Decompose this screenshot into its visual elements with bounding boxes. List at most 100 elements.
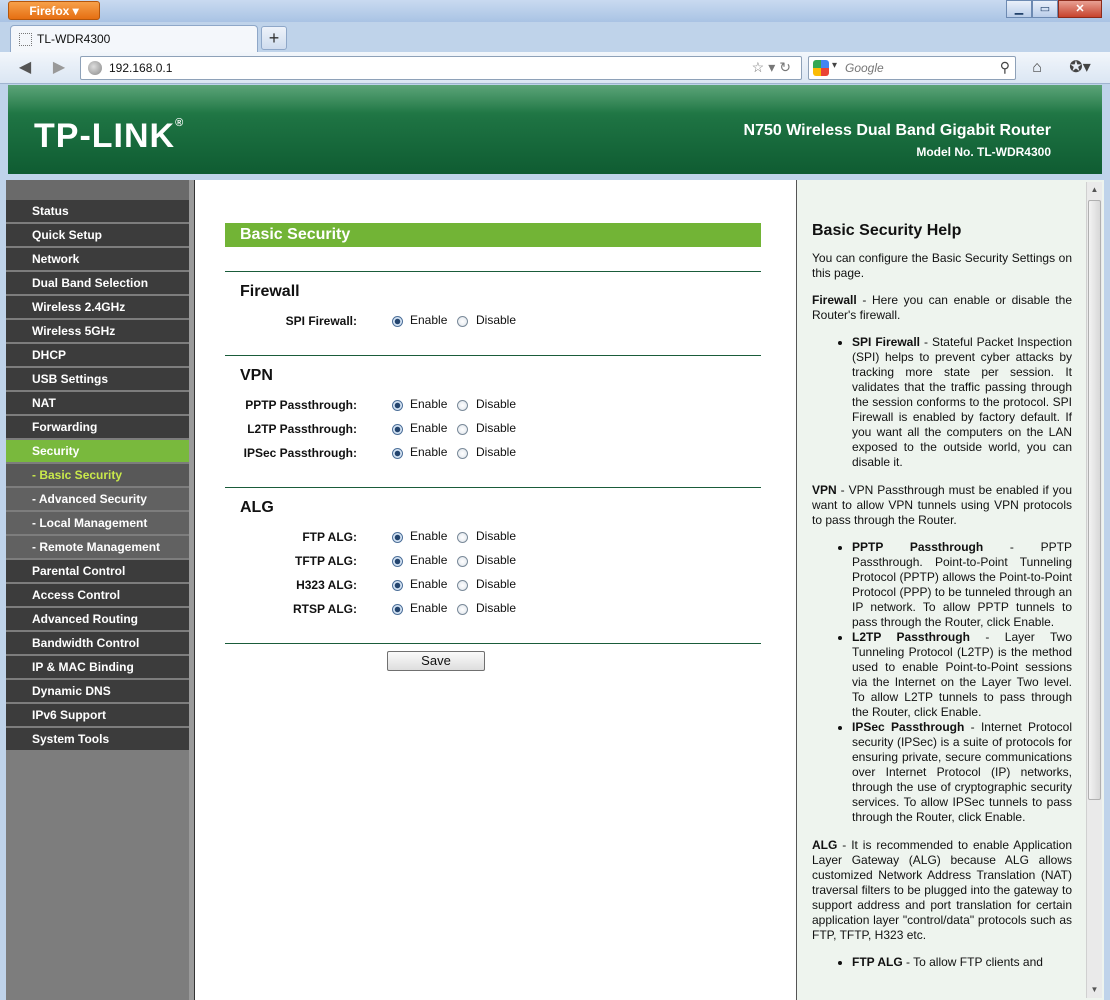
rtsp-alg-disable-radio[interactable]	[457, 604, 468, 615]
history-dropdown-icon[interactable]: ▾	[768, 59, 779, 75]
tftp-alg-disable-radio[interactable]	[457, 556, 468, 567]
ftp-alg-label: FTP ALG:	[302, 530, 357, 544]
tab-strip: TL-WDR4300 +	[0, 22, 1110, 52]
help-alg-list: FTP ALG - To allow FTP clients and	[812, 955, 1072, 970]
minimize-icon[interactable]: ▁	[1006, 0, 1032, 18]
pptp-passthrough-row: PPTP Passthrough: Enable Disable	[195, 395, 795, 415]
router-header-banner: TP-LINK® N750 Wireless Dual Band Gigabit…	[8, 85, 1102, 174]
back-arrow-icon[interactable]: ◀	[14, 57, 36, 79]
bookmarks-menu-icon[interactable]: ✪▾	[1064, 57, 1096, 79]
help-firewall: Firewall - Here you can enable or disabl…	[812, 293, 1072, 322]
help-scrollbar[interactable]: ▲ ▼	[1086, 182, 1102, 998]
tab-title: TL-WDR4300	[37, 32, 111, 46]
menu-item-bandwidth-control[interactable]: Bandwidth Control	[6, 632, 189, 654]
radio-label: Disable	[476, 601, 517, 615]
ipsec-enable-radio[interactable]	[392, 448, 403, 459]
menu-item-ip-mac-binding[interactable]: IP & MAC Binding	[6, 656, 189, 678]
firefox-menu-button[interactable]: Firefox ▾	[8, 1, 100, 20]
help-firewall-list: SPI Firewall - Stateful Packet Inspectio…	[812, 335, 1072, 470]
radio-label: Enable	[410, 529, 448, 543]
pptp-disable-radio[interactable]	[457, 400, 468, 411]
help-vpn-list: PPTP Passthrough - PPTP Passthrough. Poi…	[812, 540, 1072, 825]
rtsp-alg-row: RTSP ALG: Enable Disable	[195, 599, 795, 619]
url-bar[interactable]: 192.168.0.1 ☆▾↻	[80, 56, 802, 80]
section-divider	[225, 355, 761, 356]
close-icon[interactable]: ✕	[1058, 0, 1102, 18]
model-number: Model No. TL-WDR4300	[916, 145, 1051, 159]
scrollbar-thumb[interactable]	[1088, 200, 1101, 800]
navigation-toolbar: ◀ ▶ 192.168.0.1 ☆▾↻ ▾ Google ⚲ ⌂ ✪▾	[0, 52, 1110, 84]
ftp-alg-disable-radio[interactable]	[457, 532, 468, 543]
menu-item-system-tools[interactable]: System Tools	[6, 728, 189, 750]
radio-label: Disable	[476, 529, 517, 543]
help-vpn: VPN - VPN Passthrough must be enabled if…	[812, 483, 1072, 527]
ipsec-disable-radio[interactable]	[457, 448, 468, 459]
menu-item-basic-security[interactable]: - Basic Security	[6, 464, 189, 486]
bookmark-star-icon[interactable]: ☆	[752, 59, 769, 75]
spi-firewall-disable-radio[interactable]	[457, 316, 468, 327]
tftp-alg-enable-radio[interactable]	[392, 556, 403, 567]
menu-item-forwarding[interactable]: Forwarding	[6, 416, 189, 438]
spi-firewall-label: SPI Firewall:	[285, 314, 357, 328]
section-divider	[225, 487, 761, 488]
browser-tab[interactable]: TL-WDR4300	[10, 25, 258, 52]
maximize-icon[interactable]: ▭	[1032, 0, 1058, 18]
menu-item-status[interactable]: Status	[6, 200, 189, 222]
menu-item-advanced-security[interactable]: - Advanced Security	[6, 488, 189, 510]
search-engine-dropdown-icon[interactable]: ▾	[832, 60, 837, 71]
help-panel: Basic Security Help You can configure th…	[796, 180, 1104, 1000]
menu-item-nat[interactable]: NAT	[6, 392, 189, 414]
menu-item-dhcp[interactable]: DHCP	[6, 344, 189, 366]
home-icon[interactable]: ⌂	[1026, 57, 1048, 79]
help-pptp-item: PPTP Passthrough - PPTP Passthrough. Poi…	[852, 540, 1072, 630]
menu-item-wireless-5ghz[interactable]: Wireless 5GHz	[6, 320, 189, 342]
pptp-passthrough-label: PPTP Passthrough:	[245, 398, 357, 412]
search-icon[interactable]: ⚲	[1000, 59, 1010, 76]
pptp-enable-radio[interactable]	[392, 400, 403, 411]
menu-item-dual-band-selection[interactable]: Dual Band Selection	[6, 272, 189, 294]
forward-arrow-icon[interactable]: ▶	[48, 57, 70, 79]
h323-alg-disable-radio[interactable]	[457, 580, 468, 591]
radio-label: Disable	[476, 421, 517, 435]
h323-alg-row: H323 ALG: Enable Disable	[195, 575, 795, 595]
menu-item-remote-management[interactable]: - Remote Management	[6, 536, 189, 558]
spi-firewall-row: SPI Firewall: Enable Disable	[195, 311, 795, 331]
site-identity-icon[interactable]	[88, 61, 102, 75]
help-ftp-item: FTP ALG - To allow FTP clients and	[852, 955, 1072, 970]
radio-label: Enable	[410, 445, 448, 459]
menu-item-quick-setup[interactable]: Quick Setup	[6, 224, 189, 246]
rtsp-alg-enable-radio[interactable]	[392, 604, 403, 615]
scroll-down-icon[interactable]: ▼	[1087, 982, 1102, 998]
help-ipsec-item: IPSec Passthrough - Internet Protocol se…	[852, 720, 1072, 825]
section-divider	[225, 643, 761, 644]
menu-item-dynamic-dns[interactable]: Dynamic DNS	[6, 680, 189, 702]
menu-item-local-management[interactable]: - Local Management	[6, 512, 189, 534]
ipsec-passthrough-row: IPSec Passthrough: Enable Disable	[195, 443, 795, 463]
firefox-menu-label: Firefox	[29, 4, 70, 18]
router-page: Status Quick Setup Network Dual Band Sel…	[6, 180, 1104, 1000]
reload-icon[interactable]: ↻	[779, 59, 795, 75]
spi-firewall-enable-radio[interactable]	[392, 316, 403, 327]
help-spi-item: SPI Firewall - Stateful Packet Inspectio…	[852, 335, 1072, 470]
new-tab-button[interactable]: +	[261, 26, 287, 50]
menu-item-wireless-2-4ghz[interactable]: Wireless 2.4GHz	[6, 296, 189, 318]
search-engine-icon[interactable]	[813, 60, 829, 76]
menu-item-security[interactable]: Security	[6, 440, 189, 462]
menu-item-parental-control[interactable]: Parental Control	[6, 560, 189, 582]
search-bar[interactable]: ▾ Google ⚲	[808, 56, 1016, 80]
window-title-bar: Firefox ▾ ▁ ▭ ✕	[0, 0, 1110, 22]
save-button[interactable]: Save	[387, 651, 485, 671]
scroll-up-icon[interactable]: ▲	[1087, 182, 1102, 198]
menu-item-advanced-routing[interactable]: Advanced Routing	[6, 608, 189, 630]
tftp-alg-label: TFTP ALG:	[295, 554, 357, 568]
menu-item-usb-settings[interactable]: USB Settings	[6, 368, 189, 390]
radio-label: Enable	[410, 397, 448, 411]
menu-item-network[interactable]: Network	[6, 248, 189, 270]
ftp-alg-enable-radio[interactable]	[392, 532, 403, 543]
l2tp-enable-radio[interactable]	[392, 424, 403, 435]
h323-alg-enable-radio[interactable]	[392, 580, 403, 591]
menu-item-access-control[interactable]: Access Control	[6, 584, 189, 606]
menu-item-ipv6-support[interactable]: IPv6 Support	[6, 704, 189, 726]
firewall-heading: Firewall	[240, 283, 300, 300]
l2tp-disable-radio[interactable]	[457, 424, 468, 435]
